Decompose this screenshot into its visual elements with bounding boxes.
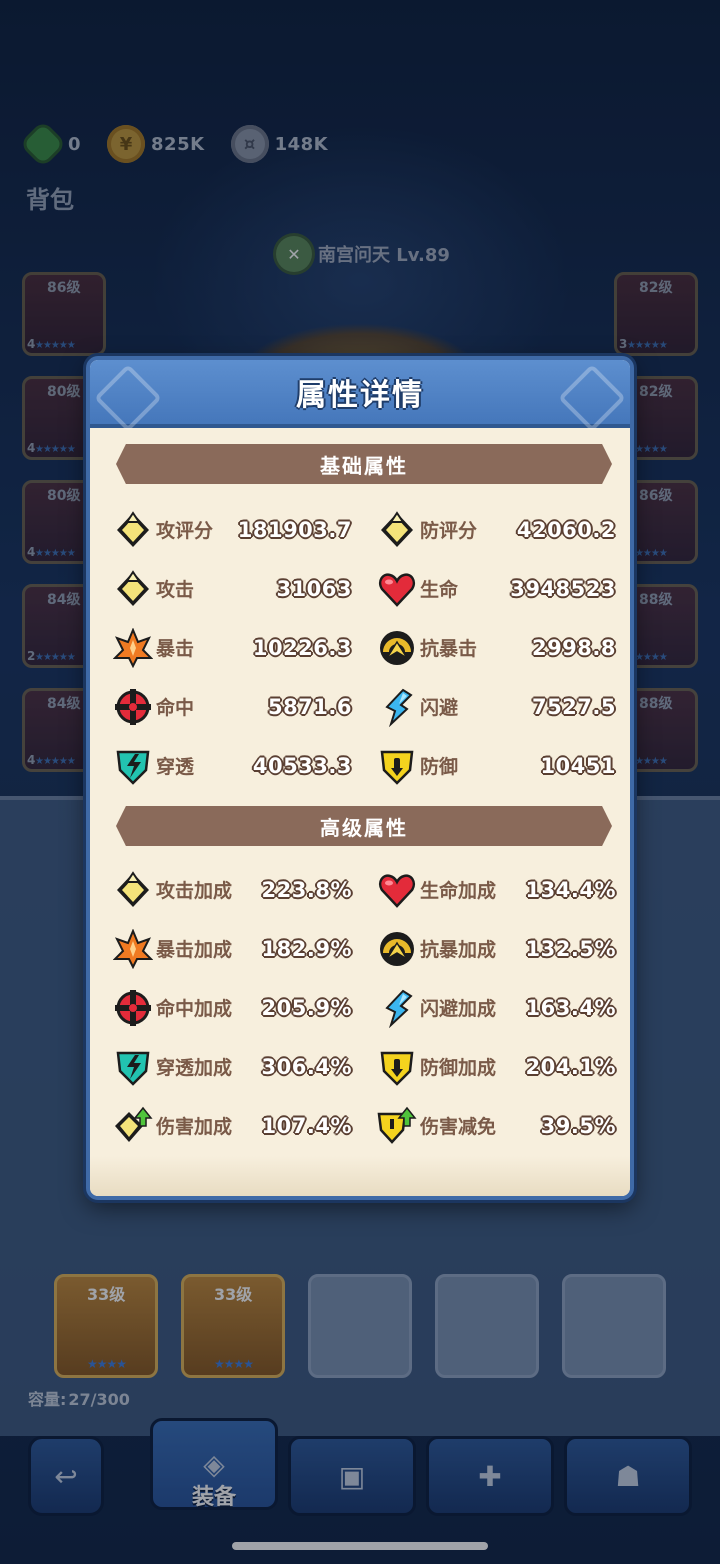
modal-header: 属性详情 (90, 360, 630, 428)
stat-value: 181903.7 (237, 517, 352, 542)
penetration-icon (112, 1046, 154, 1088)
stat-value: 40533.3 (252, 753, 352, 778)
advanced-stats-grid: 攻击加成 223.8% 生命加成 134.4% 暴击加成 182.9% 抗暴加成 132.5%… (112, 860, 616, 1155)
basic-stats-grid: 攻评分 181903.7 防评分 42060.2 攻击 31063 生命 3948523 暴击 1… (112, 500, 616, 795)
attack-icon (112, 869, 154, 911)
modal-title: 属性详情 (296, 378, 424, 413)
stat-value: 10451 (540, 753, 616, 778)
stat-value: 132.5% (525, 936, 616, 961)
stat-value: 39.5% (540, 1113, 616, 1138)
stat-row: 命中加成 205.9% (112, 978, 352, 1037)
advanced-attributes-header: 高级属性 (116, 806, 612, 846)
heart-icon (376, 568, 418, 610)
stat-row: 闪避 7527.5 (376, 677, 616, 736)
damage-bonus-icon (112, 1105, 154, 1147)
hit-icon (112, 987, 154, 1029)
stat-label: 生命加成 (420, 880, 497, 902)
crit-resist-icon (376, 928, 418, 970)
damage-reduction-icon (376, 1105, 418, 1147)
stat-row: 伤害加成 107.4% (112, 1096, 352, 1155)
crit-icon (112, 928, 154, 970)
stat-value: 163.4% (525, 995, 616, 1020)
dodge-icon (376, 987, 418, 1029)
stat-value: 5871.6 (267, 694, 352, 719)
stat-label: 攻击加成 (156, 880, 233, 902)
stat-label: 命中 (156, 697, 195, 719)
stat-row: 防评分 42060.2 (376, 500, 616, 559)
stat-label: 攻评分 (156, 520, 214, 542)
stat-label: 暴击加成 (156, 939, 233, 961)
stat-row: 穿透 40533.3 (112, 736, 352, 795)
stat-row: 防御加成 204.1% (376, 1037, 616, 1096)
stat-label: 防御 (420, 756, 459, 778)
stat-value: 223.8% (261, 877, 352, 902)
stat-row: 命中 5871.6 (112, 677, 352, 736)
stat-label: 闪避加成 (420, 998, 497, 1020)
stat-label: 防御加成 (420, 1057, 497, 1079)
stat-value: 3948523 (510, 576, 616, 601)
stat-row: 暴击加成 182.9% (112, 919, 352, 978)
stat-row: 生命 3948523 (376, 559, 616, 618)
stat-row: 抗暴击 2998.8 (376, 618, 616, 677)
attack-rating-icon (112, 509, 154, 551)
stat-value: 31063 (276, 576, 352, 601)
stat-value: 7527.5 (531, 694, 616, 719)
dodge-icon (376, 686, 418, 728)
stat-value: 204.1% (525, 1054, 616, 1079)
stat-label: 命中加成 (156, 998, 233, 1020)
stat-row: 攻评分 181903.7 (112, 500, 352, 559)
stat-label: 暴击 (156, 638, 195, 660)
stat-value: 205.9% (261, 995, 352, 1020)
stat-label: 防评分 (420, 520, 478, 542)
stat-label: 穿透 (156, 756, 195, 778)
stat-label: 闪避 (420, 697, 459, 719)
defense-icon (376, 745, 418, 787)
defense-icon (376, 1046, 418, 1088)
stat-value: 2998.8 (531, 635, 616, 660)
stat-row: 闪避加成 163.4% (376, 978, 616, 1037)
stat-label: 伤害加成 (156, 1116, 233, 1138)
attribute-details-modal: 属性详情 基础属性 攻评分 181903.7 防评分 42060.2 攻击 31063 生命… (86, 356, 634, 1200)
stat-value: 107.4% (261, 1113, 352, 1138)
penetration-icon (112, 745, 154, 787)
stat-label: 抗暴加成 (420, 939, 497, 961)
stat-value: 134.4% (525, 877, 616, 902)
stat-label: 生命 (420, 579, 459, 601)
stat-label: 伤害减免 (420, 1116, 497, 1138)
stat-value: 306.4% (261, 1054, 352, 1079)
heart-icon (376, 869, 418, 911)
crit-icon (112, 627, 154, 669)
stat-row: 抗暴加成 132.5% (376, 919, 616, 978)
stat-row: 伤害减免 39.5% (376, 1096, 616, 1155)
stat-row: 生命加成 134.4% (376, 860, 616, 919)
stat-label: 抗暴击 (420, 638, 478, 660)
hit-icon (112, 686, 154, 728)
stat-value: 42060.2 (516, 517, 616, 542)
stat-label: 穿透加成 (156, 1057, 233, 1079)
stat-row: 防御 10451 (376, 736, 616, 795)
basic-attributes-header: 基础属性 (116, 444, 612, 484)
stat-value: 182.9% (261, 936, 352, 961)
defense-rating-icon (376, 509, 418, 551)
stat-row: 攻击 31063 (112, 559, 352, 618)
stat-value: 10226.3 (252, 635, 352, 660)
stat-row: 穿透加成 306.4% (112, 1037, 352, 1096)
modal-footer-decoration (90, 1156, 630, 1196)
stat-label: 攻击 (156, 579, 195, 601)
attack-icon (112, 568, 154, 610)
stat-row: 攻击加成 223.8% (112, 860, 352, 919)
stat-row: 暴击 10226.3 (112, 618, 352, 677)
crit-resist-icon (376, 627, 418, 669)
